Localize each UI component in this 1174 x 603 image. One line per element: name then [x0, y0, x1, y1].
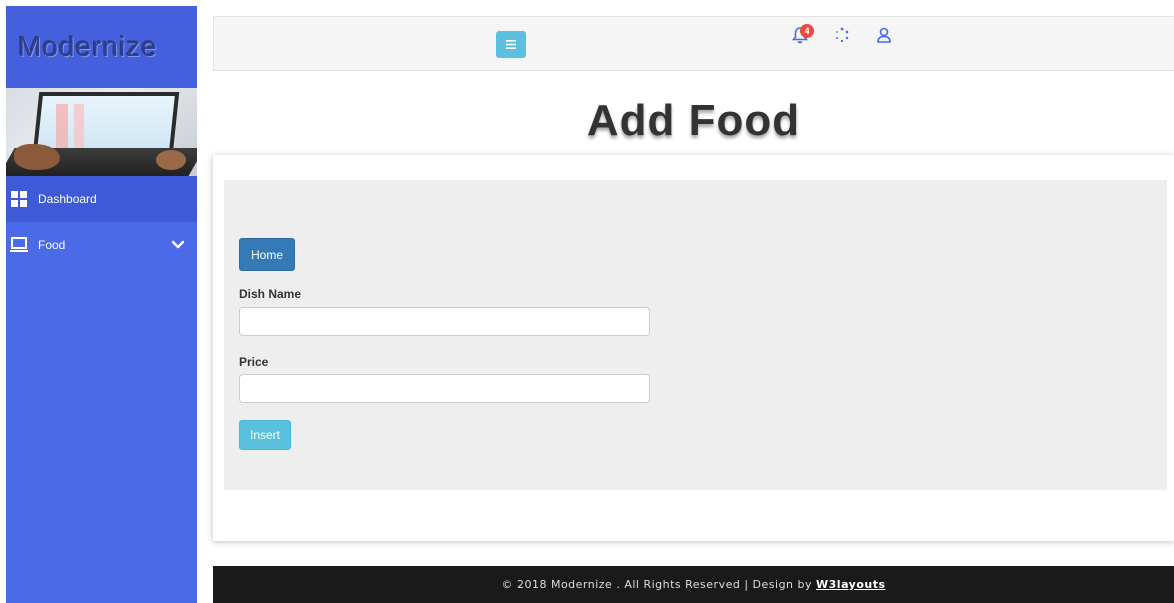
spinner-icon: [834, 27, 850, 48]
insert-button[interactable]: Insert: [239, 420, 292, 450]
grid-icon: [10, 190, 28, 208]
notification-badge: 4: [800, 24, 814, 38]
brand-logo-text[interactable]: Modernize: [18, 31, 158, 63]
add-food-form: Home Dish Name Price Insert: [224, 180, 1167, 490]
loading-button[interactable]: [832, 27, 852, 47]
home-button[interactable]: Home: [239, 238, 296, 271]
chevron-down-icon[interactable]: [171, 238, 185, 252]
top-icons: 4: [790, 24, 894, 47]
price-label: Price: [239, 355, 269, 369]
user-button[interactable]: [874, 27, 894, 47]
dish-name-input[interactable]: [239, 307, 650, 336]
footer-text: © 2018 Modernize . All Rights Reserved |…: [501, 578, 813, 591]
laptop-icon: [10, 236, 28, 254]
hand-left: [14, 144, 60, 170]
footer-link[interactable]: W3layouts: [816, 578, 886, 591]
chart-on-screen: [56, 104, 96, 148]
sidebar-item-dashboard[interactable]: Dashboard: [6, 176, 197, 222]
sidebar-item-label: Food: [38, 238, 66, 252]
top-bar: 4: [213, 16, 1174, 71]
dish-name-label: Dish Name: [239, 287, 302, 301]
hamburger-icon: [506, 36, 516, 54]
content-panel: Home Dish Name Price Insert: [213, 155, 1174, 541]
sidebar-item-food[interactable]: Food: [6, 222, 197, 268]
hand-right: [156, 150, 186, 170]
app-root: Modernize Dashboard Food 4 Add Food Home…: [0, 0, 1174, 603]
sidebar-hero-image: [6, 88, 197, 176]
page-title: Add Food: [586, 96, 801, 145]
sidebar-item-label: Dashboard: [38, 192, 97, 206]
brand[interactable]: Modernize: [6, 6, 197, 88]
notifications-button[interactable]: 4: [790, 24, 814, 47]
sidebar: Modernize Dashboard Food: [6, 6, 197, 603]
user-icon: [876, 27, 892, 48]
laptop-screen: [32, 92, 180, 154]
menu-toggle-button[interactable]: [496, 31, 526, 58]
price-input[interactable]: [239, 374, 650, 403]
footer: © 2018 Modernize . All Rights Reserved |…: [213, 566, 1174, 603]
